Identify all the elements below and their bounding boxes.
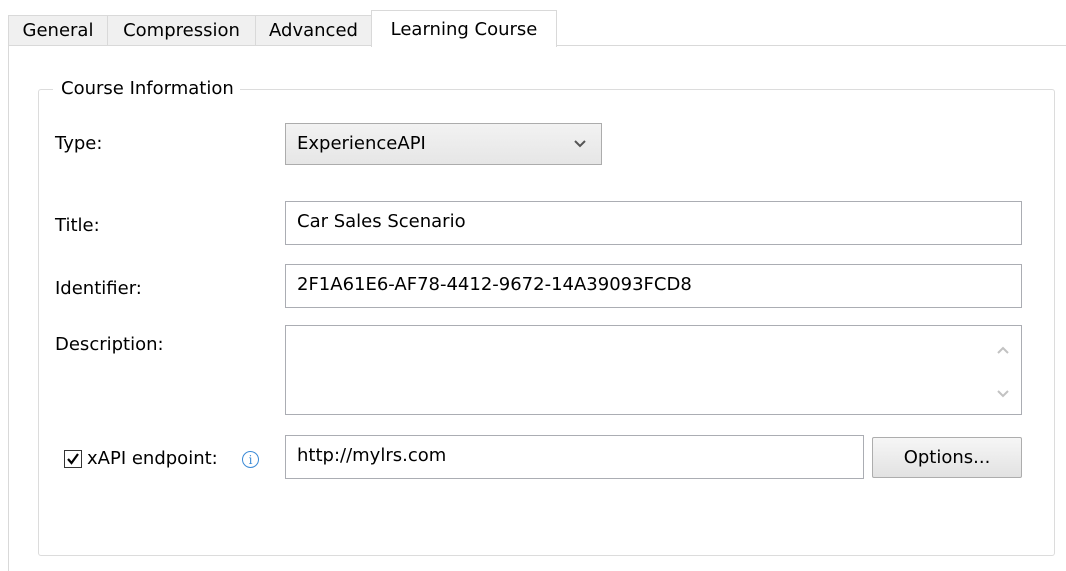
scroll-down-icon-svg bbox=[997, 390, 1009, 398]
tab-learning-course[interactable]: Learning Course bbox=[371, 10, 557, 47]
identifier-field[interactable]: 2F1A61E6-AF78-4412-9672-14A39093FCD8 bbox=[285, 264, 1022, 308]
scroll-up-icon-svg bbox=[997, 346, 1009, 354]
tab-compression[interactable]: Compression bbox=[107, 15, 256, 45]
tab-general[interactable]: General bbox=[8, 15, 108, 45]
type-select-value: ExperienceAPI bbox=[297, 133, 426, 154]
scroll-down-icon[interactable] bbox=[985, 384, 1021, 404]
type-select[interactable]: ExperienceAPI bbox=[285, 123, 602, 165]
scroll-up-icon[interactable] bbox=[985, 340, 1021, 360]
xapi-endpoint-label[interactable]: xAPI endpoint: bbox=[87, 447, 218, 471]
tab-general-label: General bbox=[22, 20, 94, 41]
tab-bar: General Compression Advanced Learning Co… bbox=[8, 10, 1066, 47]
options-button[interactable]: Options... bbox=[872, 437, 1022, 478]
chevron-down-icon bbox=[573, 124, 587, 179]
checkmark-icon bbox=[67, 453, 79, 465]
type-label: Type: bbox=[55, 133, 103, 154]
tab-advanced[interactable]: Advanced bbox=[255, 15, 372, 45]
description-scrollbar[interactable] bbox=[985, 326, 1021, 414]
info-icon[interactable]: i bbox=[242, 451, 259, 468]
tab-compression-label: Compression bbox=[123, 20, 240, 41]
xapi-endpoint-checkbox[interactable] bbox=[64, 450, 82, 468]
tab-advanced-label: Advanced bbox=[269, 20, 358, 41]
options-button-label: Options... bbox=[903, 447, 991, 468]
identifier-label: Identifier: bbox=[55, 278, 142, 299]
group-title: Course Information bbox=[53, 77, 240, 101]
tab-panel: Course Information Type: ExperienceAPI T… bbox=[8, 46, 1066, 571]
description-textarea[interactable] bbox=[285, 325, 1022, 415]
title-field[interactable]: Car Sales Scenario bbox=[285, 201, 1022, 245]
tab-learning-course-label: Learning Course bbox=[390, 18, 538, 40]
description-label: Description: bbox=[55, 334, 164, 355]
xapi-endpoint-field[interactable]: http://mylrs.com bbox=[285, 435, 864, 479]
title-label: Title: bbox=[55, 215, 100, 236]
chevron-down-icon-svg bbox=[574, 140, 586, 148]
